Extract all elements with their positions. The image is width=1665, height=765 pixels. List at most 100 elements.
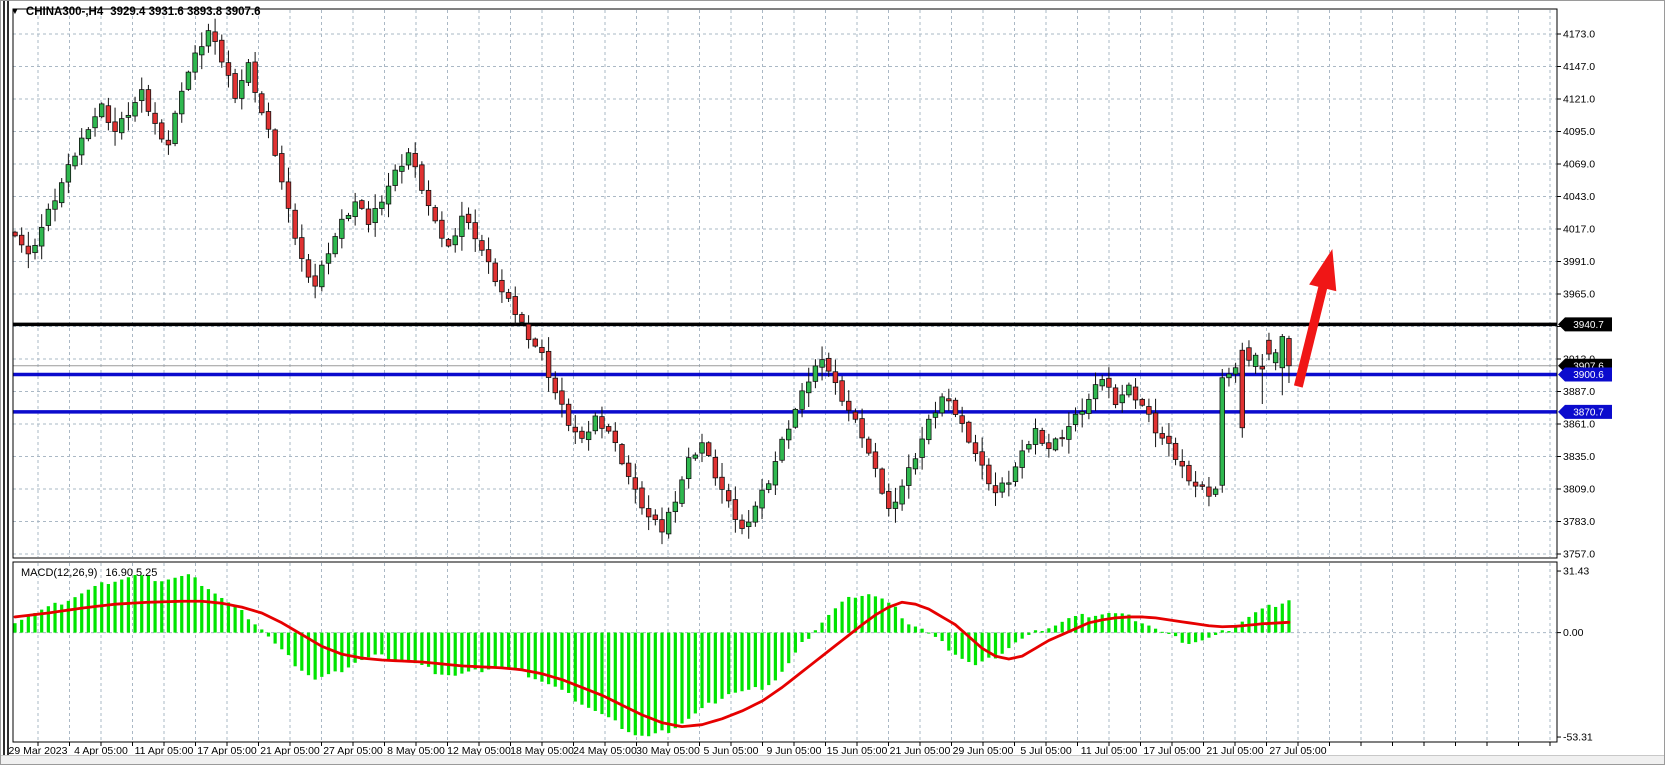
candle xyxy=(219,40,224,62)
macd-bar xyxy=(1287,600,1290,632)
candle xyxy=(1213,489,1218,494)
svg-text:3870.7: 3870.7 xyxy=(1573,407,1604,418)
window-left-edge-inner xyxy=(7,1,9,758)
candle xyxy=(520,315,525,323)
macd-bar xyxy=(327,633,330,675)
candle xyxy=(773,462,778,486)
chart-canvas[interactable]: 4173.04147.04121.04095.04069.04043.04017… xyxy=(1,1,1665,765)
candle xyxy=(920,439,925,458)
macd-bar xyxy=(1181,633,1184,643)
macd-bar xyxy=(700,633,703,708)
macd-bar xyxy=(267,633,270,637)
macd-bar xyxy=(153,581,156,633)
candle xyxy=(753,506,758,522)
candle xyxy=(900,486,905,504)
macd-bar xyxy=(907,624,910,632)
macd-bar xyxy=(1081,614,1084,633)
candle xyxy=(1173,443,1178,459)
candle xyxy=(546,351,551,377)
macd-bar xyxy=(921,629,924,633)
symbol-period-label: CHINA300-,H4 xyxy=(26,6,103,18)
candle xyxy=(926,419,931,439)
macd-bar xyxy=(660,633,663,731)
candle xyxy=(393,170,398,185)
candle xyxy=(700,443,705,453)
macd-bar xyxy=(1114,613,1117,632)
candle xyxy=(626,463,631,476)
macd-bar xyxy=(927,633,930,634)
svg-text:3900.6: 3900.6 xyxy=(1573,370,1604,381)
candle xyxy=(947,399,952,401)
macd-bar xyxy=(1047,628,1050,632)
macd-bar xyxy=(881,599,884,633)
candle xyxy=(1140,399,1145,405)
candle xyxy=(426,190,431,205)
candle xyxy=(813,366,818,381)
macd-values-label: 16.90 5.25 xyxy=(105,567,157,579)
macd-bar xyxy=(587,633,590,708)
candle xyxy=(600,417,605,429)
macd-bar xyxy=(440,633,443,675)
macd-bar xyxy=(414,633,417,664)
candle xyxy=(353,202,358,217)
y-axis-tick-label: 3757.0 xyxy=(1563,549,1595,561)
macd-bar xyxy=(1107,613,1110,633)
symbol-dropdown-icon[interactable]: ▼ xyxy=(11,8,19,16)
macd-bar xyxy=(614,633,617,721)
candle xyxy=(793,409,798,427)
candle xyxy=(206,31,211,46)
candle xyxy=(940,397,945,413)
macd-bar xyxy=(1167,633,1170,634)
macd-panel-border xyxy=(13,562,1557,742)
candle xyxy=(846,401,851,410)
candle xyxy=(980,452,985,465)
macd-bar xyxy=(847,597,850,633)
candle xyxy=(53,201,58,209)
macd-bar xyxy=(780,633,783,672)
candle xyxy=(366,209,371,225)
candle xyxy=(466,214,471,222)
candle xyxy=(1020,451,1025,468)
macd-bar xyxy=(254,624,257,632)
candle xyxy=(213,32,218,42)
candle xyxy=(253,62,258,93)
candle xyxy=(733,500,738,520)
y-axis-tick-label: 3783.0 xyxy=(1563,516,1595,528)
macd-bar xyxy=(1134,621,1137,632)
candlestick-series xyxy=(13,19,1292,544)
candle xyxy=(666,512,671,534)
candle xyxy=(580,431,585,438)
macd-bar xyxy=(1187,633,1190,644)
candle xyxy=(500,280,505,292)
macd-bar xyxy=(1087,617,1090,632)
y-axis-tick-label: 3991.0 xyxy=(1563,256,1595,268)
candle xyxy=(800,391,805,410)
macd-bar xyxy=(507,633,510,668)
candle xyxy=(493,263,498,282)
macd-bar xyxy=(714,633,717,704)
candle xyxy=(453,236,458,245)
candle xyxy=(333,237,338,254)
macd-bar xyxy=(594,633,597,711)
macd-bar xyxy=(1267,605,1270,633)
macd-bar xyxy=(1147,626,1150,633)
candle xyxy=(280,154,285,182)
candle xyxy=(173,113,178,143)
macd-bar xyxy=(820,623,823,633)
candle xyxy=(400,166,405,171)
macd-bar xyxy=(694,633,697,714)
candle xyxy=(646,509,651,517)
candle xyxy=(720,477,725,489)
y-axis-tick-label: 4121.0 xyxy=(1563,94,1595,106)
macd-histogram xyxy=(13,574,1290,736)
macd-bar xyxy=(767,633,770,686)
macd-bar xyxy=(73,597,76,632)
candle xyxy=(119,119,124,133)
candle xyxy=(1007,483,1012,484)
candle xyxy=(1000,483,1005,492)
candle xyxy=(19,235,24,245)
candle xyxy=(606,427,611,432)
candle xyxy=(59,183,64,203)
price-axis[interactable]: 4173.04147.04121.04095.04069.04043.04017… xyxy=(1557,29,1595,744)
candle xyxy=(560,391,565,404)
